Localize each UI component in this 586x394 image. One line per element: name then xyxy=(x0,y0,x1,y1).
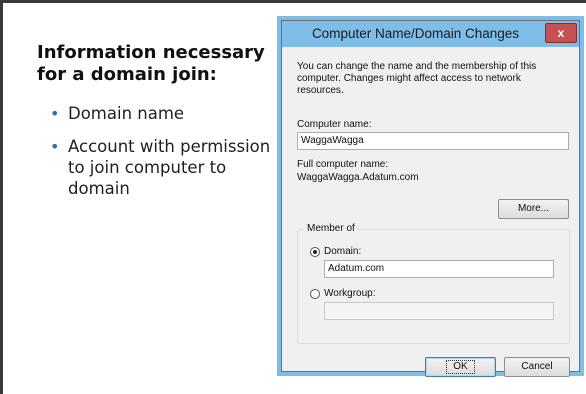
dialog-body: You can change the name and the membersh… xyxy=(282,47,579,377)
close-icon: x xyxy=(557,26,565,40)
computer-name-dialog: Computer Name/Domain Changes x You can c… xyxy=(281,20,580,377)
close-button[interactable]: x xyxy=(545,23,577,43)
domain-input[interactable]: Adatum.com xyxy=(324,260,554,278)
more-button[interactable]: More... xyxy=(498,199,569,219)
computer-name-input[interactable]: WaggaWagga xyxy=(297,132,569,150)
dialog-title: Computer Name/Domain Changes xyxy=(311,26,520,41)
workgroup-radio[interactable] xyxy=(310,289,320,299)
bullet-item: • Domain name xyxy=(50,103,272,124)
full-name-label: Full computer name: xyxy=(297,159,389,170)
slide-frame-left xyxy=(0,0,3,394)
ok-button[interactable]: OK xyxy=(425,357,496,377)
full-name-value: WaggaWagga.Adatum.com xyxy=(297,172,419,183)
slide-heading: Information necessary for a domain join: xyxy=(37,42,265,85)
cancel-button[interactable]: Cancel xyxy=(504,357,570,377)
bullet-item: • Account with permission to join comput… xyxy=(50,136,272,199)
bullet-text: Account with permission to join computer… xyxy=(68,137,271,198)
bullet-list: • Domain name • Account with permission … xyxy=(50,103,272,211)
bullet-text: Domain name xyxy=(68,104,185,123)
member-of-label: Member of xyxy=(304,223,358,234)
workgroup-input[interactable] xyxy=(324,302,554,320)
dialog-description: You can change the name and the membersh… xyxy=(297,61,537,96)
dialog-titlebar[interactable]: Computer Name/Domain Changes x xyxy=(282,21,579,47)
workgroup-label: Workgroup: xyxy=(324,288,376,299)
ok-button-label: OK xyxy=(446,360,475,374)
bullet-dot-icon: • xyxy=(50,137,60,156)
bullet-dot-icon: • xyxy=(50,104,60,123)
slide-frame-top xyxy=(0,0,586,3)
domain-label: Domain: xyxy=(324,246,362,257)
domain-radio[interactable] xyxy=(310,247,320,257)
computer-name-label: Computer name: xyxy=(297,119,372,130)
